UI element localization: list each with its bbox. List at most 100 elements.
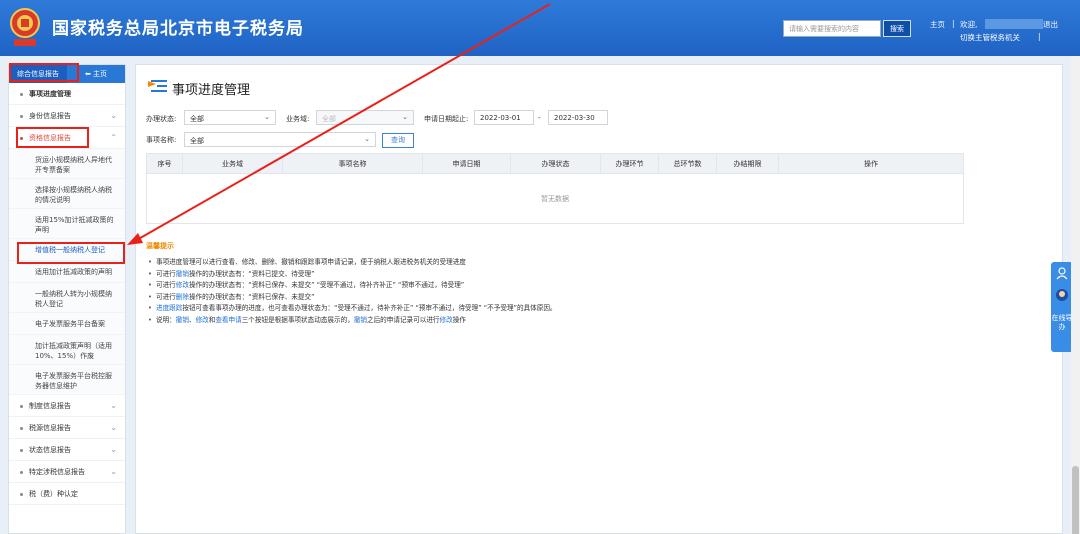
page-scrollbar[interactable] bbox=[1071, 56, 1080, 534]
empty-text: 暂无数据 bbox=[146, 173, 964, 224]
tip-text: 之后的申请记录可以进行 bbox=[367, 315, 440, 324]
bullet-icon bbox=[20, 115, 23, 118]
separator: | bbox=[952, 19, 955, 28]
tip-text: 操作的办理状态有：“资料已提交、待受理” bbox=[188, 269, 315, 278]
user-icon bbox=[1056, 267, 1068, 280]
username-redacted bbox=[985, 19, 1043, 29]
tab-home-label: 主页 bbox=[93, 70, 108, 78]
column-header: 办结期限 bbox=[716, 153, 779, 174]
sidebar-item-status[interactable]: 状态信息报告 ⌄ bbox=[9, 439, 125, 461]
switch-tax-office-link[interactable]: 切换主管税务机关 bbox=[960, 32, 1020, 43]
item-name-select-value: 全部 bbox=[190, 137, 204, 145]
tip-highlight: 撤销 bbox=[175, 315, 189, 324]
online-guide-label: 在线导办 bbox=[1051, 314, 1073, 331]
bullet-icon bbox=[20, 471, 23, 474]
tip-text: 操作的办理状态有：“资料已保存、未提交” “受理不通过，待补齐补正” “预审不通… bbox=[188, 281, 465, 289]
column-header: 业务域 bbox=[182, 153, 283, 174]
logout-link[interactable]: 退出 bbox=[1043, 19, 1058, 30]
sidebar-subitem[interactable]: 适用15%加计抵减政策的声明 bbox=[9, 209, 125, 239]
search-input[interactable]: 请输入需要搜索的内容 bbox=[783, 20, 881, 37]
sidebar-subitem[interactable]: 电子发票服务平台税控服务器信息维护 bbox=[9, 365, 125, 395]
sidebar-item-tax-source[interactable]: 税源信息报告 ⌄ bbox=[9, 417, 125, 439]
chevron-down-icon: ⌄ bbox=[264, 113, 270, 121]
column-header: 总环节数 bbox=[658, 153, 717, 174]
domain-select-value: 全部 bbox=[322, 115, 336, 123]
home-arrow-icon: ⬅ bbox=[84, 70, 94, 78]
status-select[interactable]: 全部 ⌄ bbox=[184, 110, 276, 125]
tip-highlight: 进度跟踪 bbox=[156, 304, 183, 312]
query-button[interactable]: 查询 bbox=[382, 133, 414, 148]
sidebar-item-tax-type[interactable]: 税（费）种认定 bbox=[9, 483, 125, 505]
sidebar-item-label: 状态信息报告 bbox=[29, 446, 71, 454]
tip-highlight: 修改 bbox=[195, 315, 209, 324]
sidebar-subitem[interactable]: 加计抵减政策声明（适用10%、15%）作废 bbox=[9, 335, 125, 365]
tip-text: 三个按钮是根据事项状态动态展示的， bbox=[241, 315, 354, 324]
tip-item: 进度跟踪按钮可查看事项办理的进度，也可查看办理状态为：“受理不通过，待补齐补正”… bbox=[148, 303, 908, 315]
tip-item: 可进行撤销操作的办理状态有：“资料已提交、待受理” bbox=[148, 269, 908, 281]
tip-highlight: 撤销 bbox=[175, 269, 189, 278]
sidebar-subitem-label: 适用15%加计抵减政策的声明 bbox=[35, 216, 114, 234]
page-title: 事项进度管理 bbox=[172, 83, 251, 98]
sidebar-item-label: 身份信息报告 bbox=[29, 112, 71, 120]
date-start-input[interactable]: 2022-03-01 bbox=[474, 110, 534, 125]
column-header: 办理环节 bbox=[600, 153, 659, 174]
online-guide-widget[interactable]: 在线导办 bbox=[1051, 262, 1073, 352]
tip-highlight: 撤销 bbox=[353, 315, 367, 324]
status-filter-label: 办理状态: bbox=[146, 115, 177, 123]
item-name-label: 事项名称: bbox=[146, 136, 177, 144]
column-header: 事项名称 bbox=[282, 153, 423, 174]
annotation-box-qualification bbox=[16, 127, 89, 148]
tip-text: 可进行 bbox=[156, 281, 176, 289]
scrollbar-thumb[interactable] bbox=[1072, 466, 1079, 534]
tip-text: 、 bbox=[188, 315, 196, 324]
tip-highlight: 修改 bbox=[439, 315, 453, 324]
sidebar-subitem[interactable]: 适用加计抵减政策的声明 bbox=[9, 261, 125, 283]
bullet-icon bbox=[20, 493, 23, 496]
sidebar-item-specific[interactable]: 特定涉税信息报告 ⌄ bbox=[9, 461, 125, 483]
sidebar-item-progress[interactable]: 事项进度管理 bbox=[9, 83, 125, 105]
domain-select[interactable]: 全部 ⌄ bbox=[316, 110, 414, 125]
sidebar-subitem-label: 电子发票服务平台税控服务器信息维护 bbox=[35, 372, 112, 390]
chevron-down-icon: ⌄ bbox=[364, 135, 370, 143]
sidebar-subitem[interactable]: 货运小规模纳税人异地代开专票备案 bbox=[9, 149, 125, 179]
site-title: 国家税务总局北京市电子税务局 bbox=[52, 19, 304, 39]
agent-avatar-icon bbox=[1056, 289, 1068, 301]
sidebar-subitem-label: 选择按小规模纳税人纳税的情况说明 bbox=[35, 186, 112, 204]
tip-highlight: 删除 bbox=[175, 292, 189, 301]
sidebar-item-label: 税源信息报告 bbox=[29, 424, 71, 432]
top-header: 国家税务总局北京市电子税务局 请输入需要搜索的内容 搜索 主页 | 欢迎, 退出… bbox=[0, 0, 1080, 56]
chevron-down-icon: ⌄ bbox=[110, 401, 117, 410]
sidebar-subitem-label: 货运小规模纳税人异地代开专票备案 bbox=[35, 156, 112, 174]
sidebar-subitem[interactable]: 一般纳税人转为小规模纳税人登记 bbox=[9, 283, 125, 313]
tip-text: 可进行 bbox=[156, 269, 176, 278]
sidebar-subitem-label: 加计抵减政策声明（适用10%、15%）作废 bbox=[35, 342, 112, 360]
welcome-text: 欢迎, bbox=[960, 20, 978, 29]
tip-text: 说明： bbox=[156, 315, 176, 324]
sidebar-subitem[interactable]: 电子发票服务平台备案 bbox=[9, 313, 125, 335]
chevron-up-icon: ⌃ bbox=[110, 133, 117, 142]
date-range-label: 申请日期起止: bbox=[424, 115, 469, 123]
bullet-icon bbox=[20, 93, 23, 96]
sidebar-subitem-label: 一般纳税人转为小规模纳税人登记 bbox=[35, 290, 112, 308]
tip-text: 按钮可查看事项办理的进度，也可查看办理状态为：“受理不通过，待补齐补正” “预审… bbox=[182, 304, 557, 312]
item-name-select[interactable]: 全部 ⌄ bbox=[184, 132, 376, 147]
separator: | bbox=[1038, 32, 1041, 41]
sidebar-item-label: 特定涉税信息报告 bbox=[29, 468, 85, 476]
tax-emblem-icon bbox=[10, 8, 40, 46]
tip-text: 操作 bbox=[452, 315, 466, 324]
tip-item: 说明：撤销、修改和查看申请三个按钮是根据事项状态动态展示的，撤销之后的申请记录可… bbox=[148, 315, 908, 327]
bullet-icon bbox=[20, 427, 23, 430]
home-link[interactable]: 主页 bbox=[930, 19, 945, 30]
tip-text: 可进行 bbox=[156, 292, 176, 301]
sidebar-item-label: 事项进度管理 bbox=[29, 90, 71, 98]
sidebar-subitem[interactable]: 选择按小规模纳税人纳税的情况说明 bbox=[9, 179, 125, 209]
search-button[interactable]: 搜索 bbox=[883, 20, 911, 37]
column-header: 序号 bbox=[146, 153, 183, 174]
domain-filter-label: 业务域: bbox=[286, 115, 310, 123]
empty-row: 暂无数据 bbox=[146, 173, 964, 224]
tips-list: 事项进度管理可以进行查看、修改、删除、撤销和跟踪事项申请记录，便于纳税人跟进税务… bbox=[148, 257, 908, 326]
bullet-icon bbox=[20, 405, 23, 408]
date-end-input[interactable]: 2022-03-30 bbox=[548, 110, 608, 125]
sidebar-item-identity[interactable]: 身份信息报告 ⌄ bbox=[9, 105, 125, 127]
sidebar-item-institution[interactable]: 制度信息报告 ⌄ bbox=[9, 395, 125, 417]
